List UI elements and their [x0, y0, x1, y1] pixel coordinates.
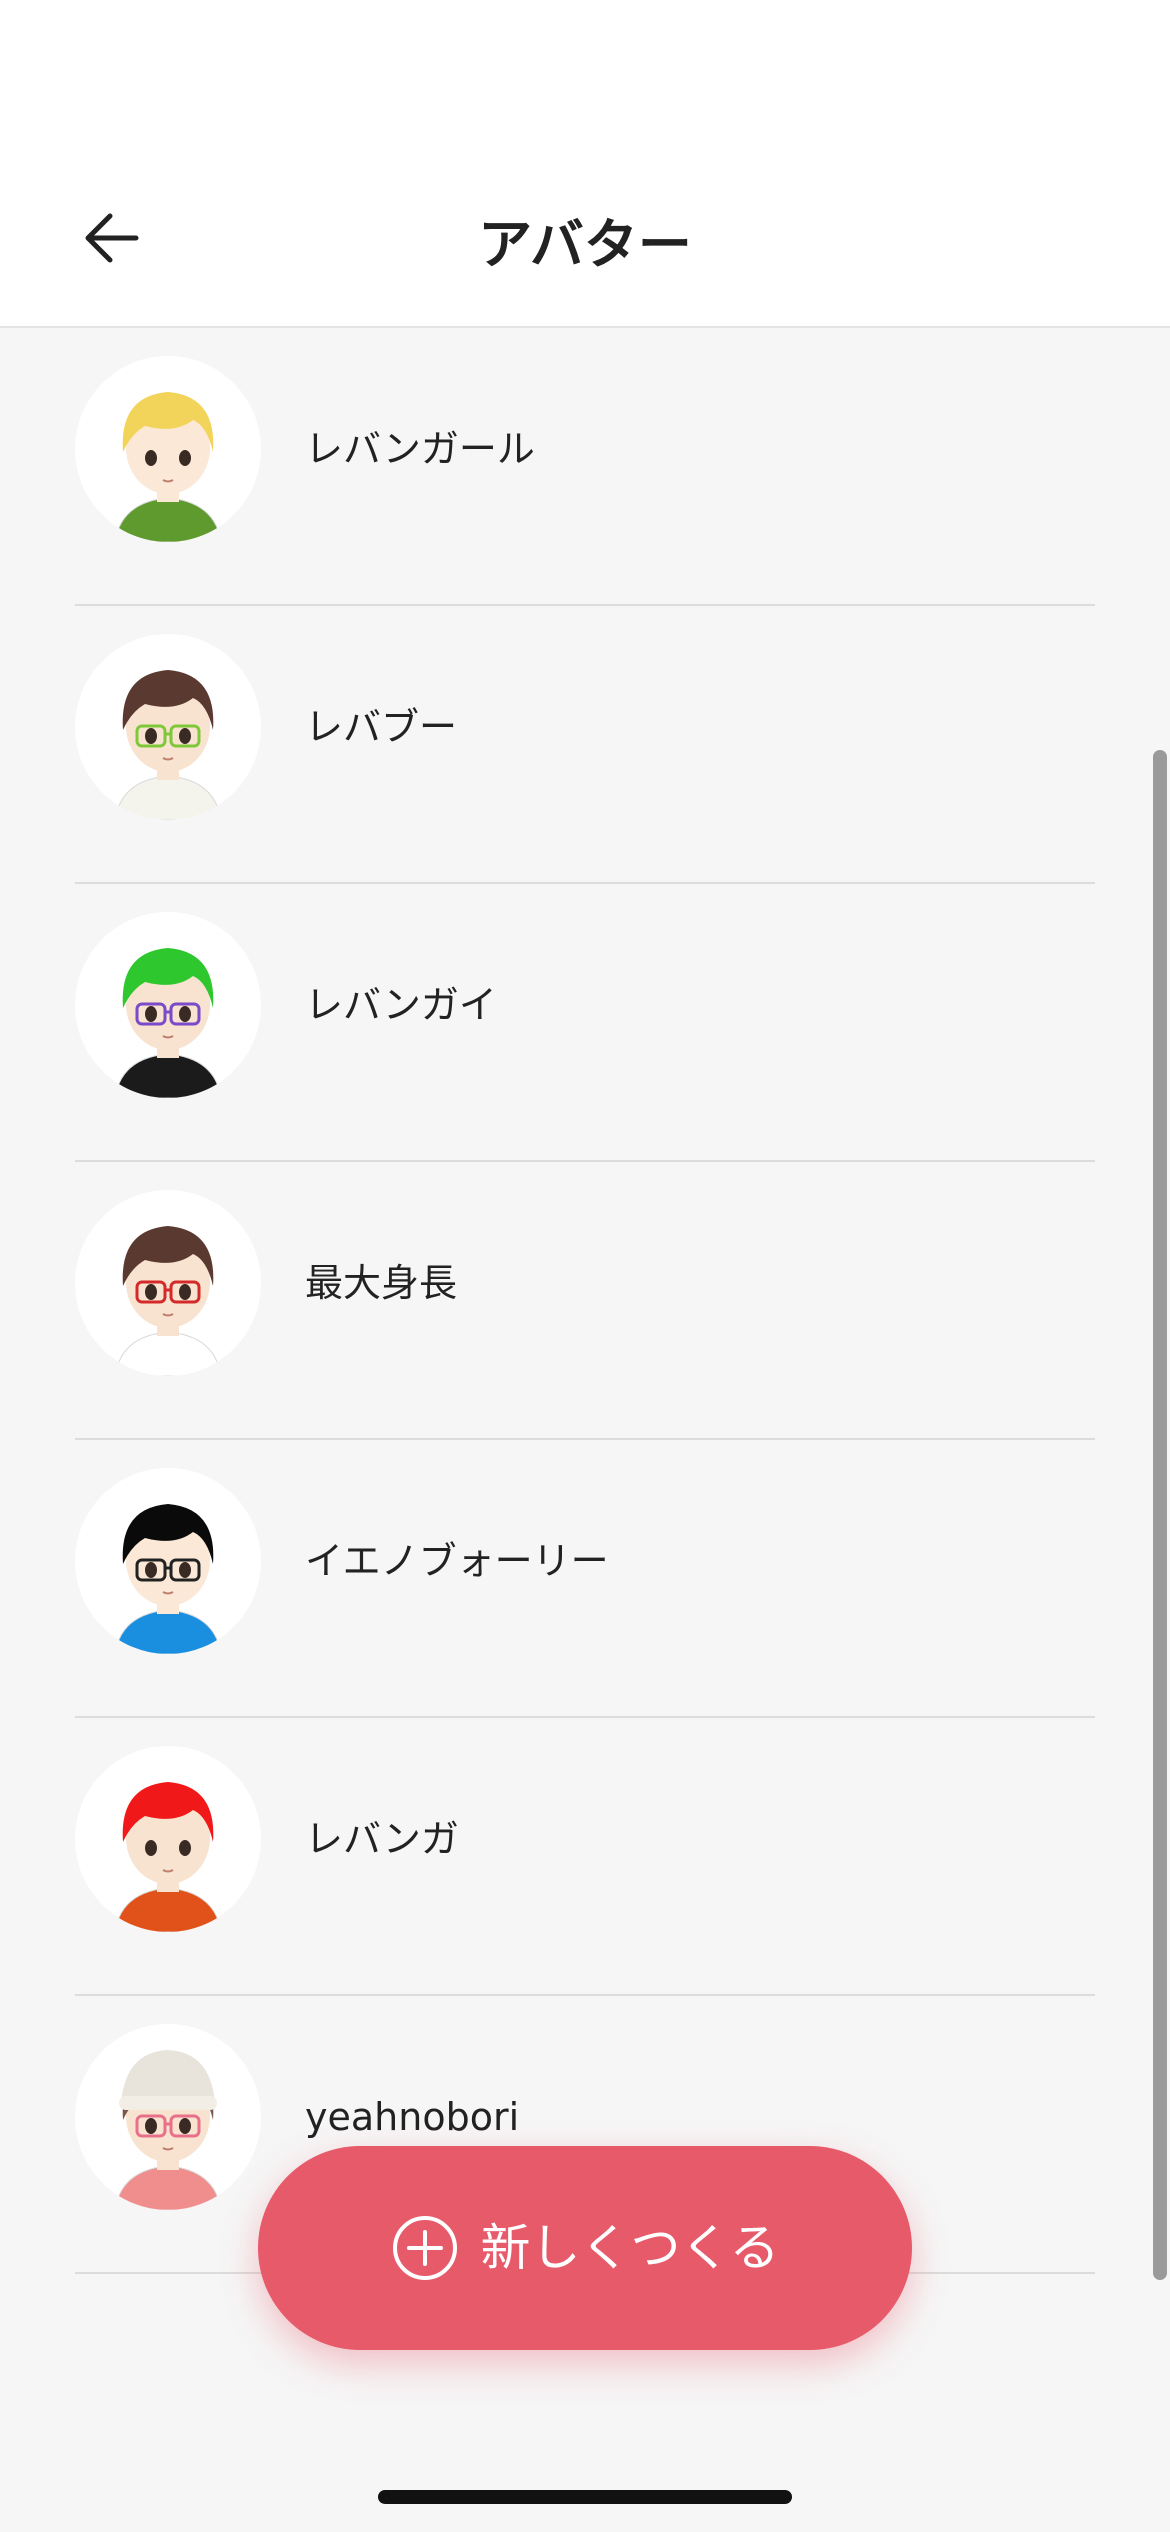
page-title: アバター — [478, 213, 692, 276]
avatar-row[interactable]: レバブー — [0, 606, 1170, 884]
avatar-name: 最大身長 — [305, 1261, 458, 1305]
avatar-row[interactable]: レバンガイ — [0, 884, 1170, 1162]
avatar-name: イエノブォーリー — [305, 1539, 609, 1583]
avatar-thumbnail — [75, 2024, 261, 2210]
plus-circle-icon — [391, 2214, 459, 2282]
create-new-label: 新しくつくる — [480, 2219, 780, 2277]
avatar-row[interactable]: イエノブォーリー — [0, 1440, 1170, 1718]
home-indicator — [378, 2490, 792, 2504]
scrollbar[interactable] — [1153, 750, 1167, 2280]
avatar-thumbnail — [75, 1190, 261, 1376]
avatar-thumbnail — [75, 912, 261, 1098]
avatar-name: yeahnobori — [305, 2095, 520, 2139]
avatar-list: レバンガール レバブーレバンガイ最大身長イエノブォーリー レバンガ yeahnobor… — [0, 328, 1170, 2274]
avatar-name: レバンガ — [305, 1817, 459, 1861]
avatar-name: レバンガール — [305, 427, 535, 471]
create-new-button[interactable]: 新しくつくる — [258, 2146, 912, 2350]
avatar-row[interactable]: 最大身長 — [0, 1162, 1170, 1440]
avatar-thumbnail — [75, 356, 261, 542]
app-header: アバター — [0, 0, 1170, 328]
avatar-row[interactable]: レバンガ — [0, 1718, 1170, 1996]
avatar-row[interactable]: レバンガール — [0, 328, 1170, 606]
avatar-name: レバブー — [305, 705, 458, 749]
avatar-thumbnail — [75, 634, 261, 820]
avatar-name: レバンガイ — [305, 983, 497, 1027]
avatar-thumbnail — [75, 1746, 261, 1932]
avatar-thumbnail — [75, 1468, 261, 1654]
